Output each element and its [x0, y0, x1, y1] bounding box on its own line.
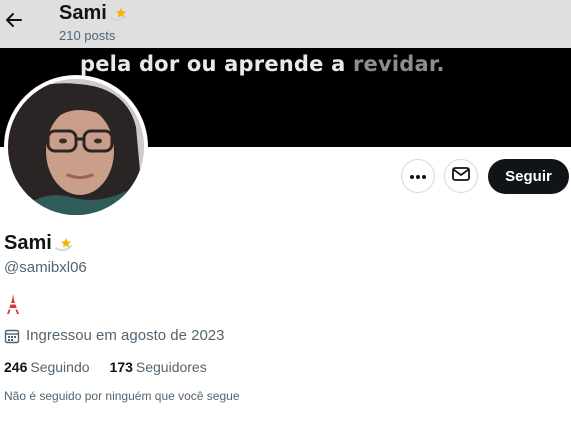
banner-text: pela dor ou aprende a revidar. — [80, 52, 445, 76]
dizzy-star-icon — [53, 233, 75, 255]
followers-link[interactable]: 173 Seguidores — [110, 359, 207, 375]
follow-stats: 246 Seguindo 173 Seguidores — [4, 359, 227, 375]
calendar-icon — [4, 328, 20, 344]
profile-name: Sami — [4, 232, 75, 255]
more-options-button[interactable] — [401, 159, 435, 193]
joined-date: Ingressou em agosto de 2023 — [4, 327, 224, 344]
profile-avatar[interactable] — [4, 75, 148, 219]
envelope-icon — [452, 166, 470, 186]
message-button[interactable] — [444, 159, 478, 193]
joined-text: Ingressou em agosto de 2023 — [26, 327, 225, 344]
profile-header-bar: Sami 210 posts — [0, 0, 571, 48]
header-title: Sami — [59, 2, 130, 25]
header-posts-count: 210 posts — [59, 28, 116, 43]
ellipsis-icon — [409, 167, 427, 185]
tokyo-tower-emoji-icon — [5, 294, 21, 314]
dizzy-star-icon — [108, 3, 130, 25]
followed-by-note: Não é seguido por ninguém que você segue — [4, 389, 240, 403]
follow-button[interactable]: Seguir — [488, 159, 569, 194]
profile-handle: @samibxl06 — [4, 259, 87, 276]
back-arrow-icon[interactable] — [4, 10, 24, 30]
following-link[interactable]: 246 Seguindo — [4, 359, 90, 375]
